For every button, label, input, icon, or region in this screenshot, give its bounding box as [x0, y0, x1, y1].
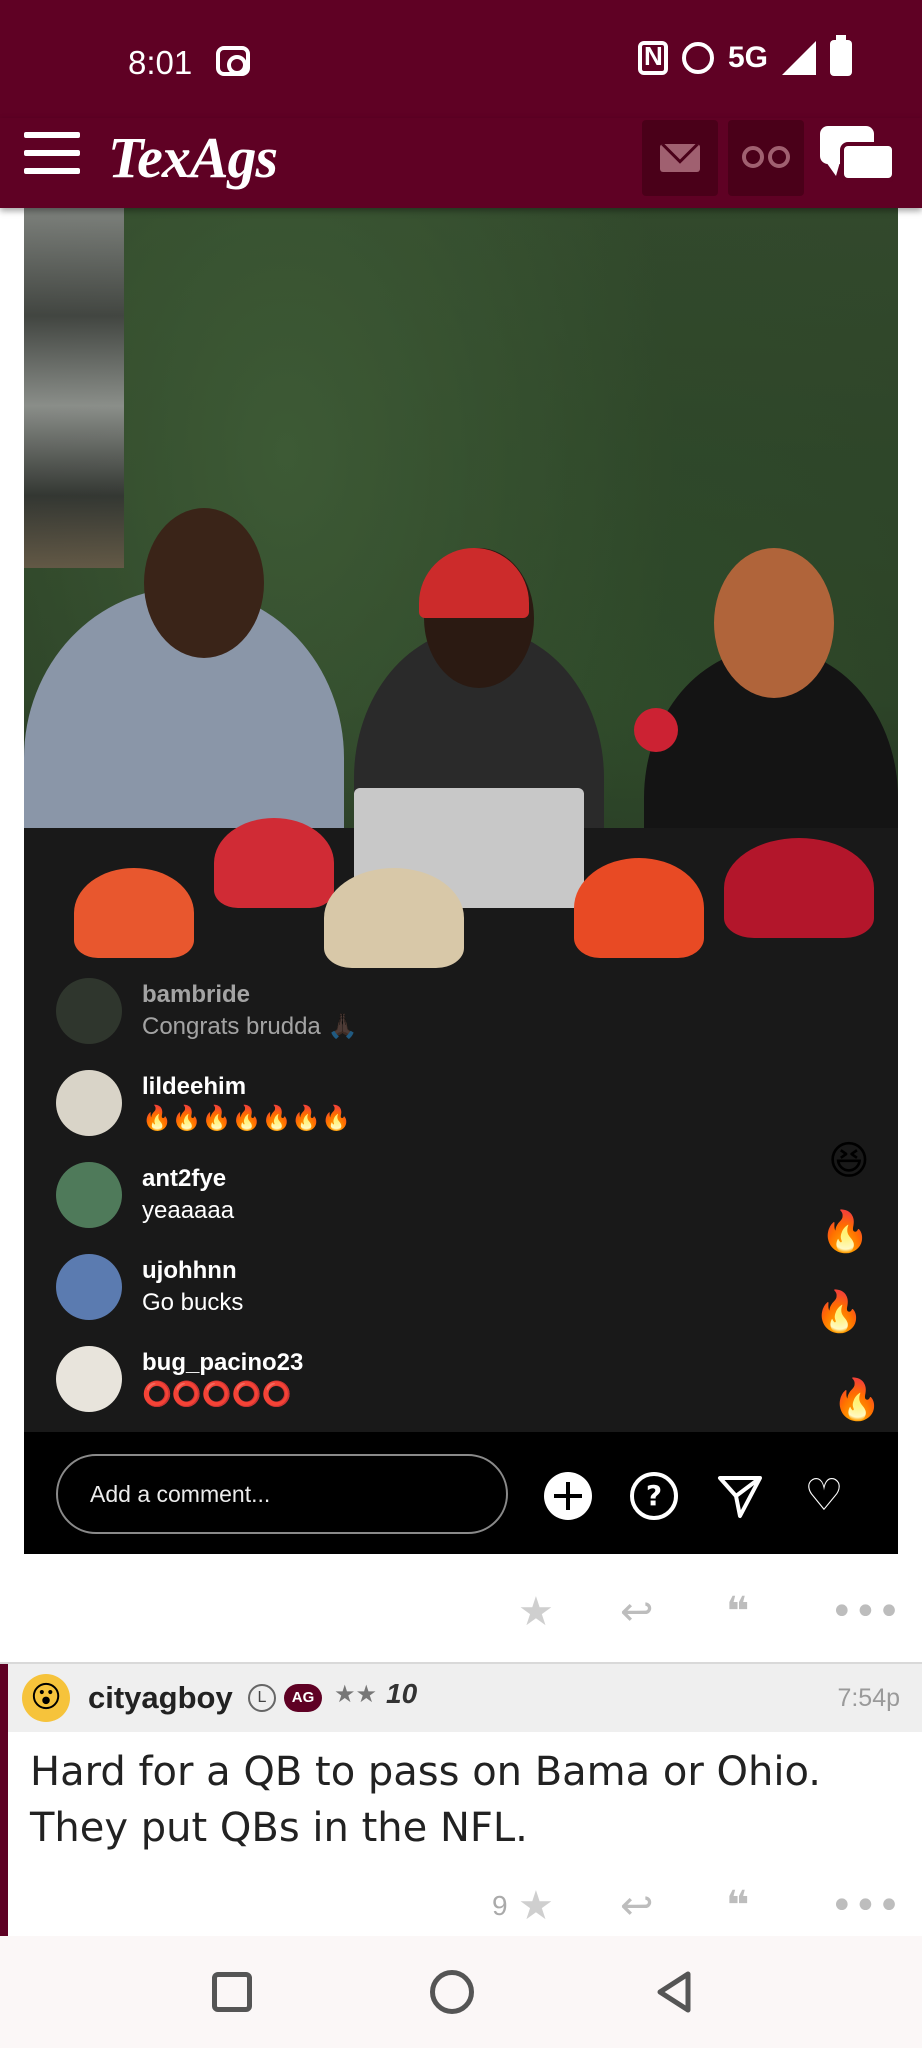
hat-texas-am	[324, 868, 464, 968]
live-video-embed[interactable]: bambride Congrats brudda 🙏🏿 lildeehim 🔥🔥…	[24, 208, 898, 1432]
battery-icon	[830, 35, 852, 76]
badge-l: L	[248, 1684, 276, 1712]
badge-ag: AG	[284, 1684, 322, 1712]
heart-icon[interactable]: ♡	[800, 1472, 848, 1520]
post-time: 7:54p	[837, 1684, 900, 1712]
screen-record-icon	[216, 46, 250, 76]
live-comments: bambride Congrats brudda 🙏🏿 lildeehim 🔥🔥…	[56, 978, 656, 1432]
star-icon[interactable]: ★	[518, 1876, 554, 1936]
status-bar: 8:01 5G	[0, 0, 922, 118]
comment-text: ⭕⭕⭕⭕⭕	[142, 1381, 292, 1408]
home-icon[interactable]	[430, 1970, 474, 2014]
send-icon[interactable]	[716, 1472, 764, 1520]
site-logo[interactable]: TexAgs	[108, 124, 278, 191]
rating-stars: ★★	[334, 1680, 378, 1708]
comment-user: lildeehim	[142, 1073, 247, 1100]
fire-emoji-icon: 🔥	[832, 1377, 882, 1423]
hat-clemson	[74, 868, 194, 958]
live-comment: ant2fye yeaaaaa	[56, 1162, 656, 1228]
comment-text: Congrats brudda 🙏🏿	[142, 1013, 358, 1040]
signal-icon	[782, 41, 816, 75]
reply-icon[interactable]: ↩	[620, 1876, 654, 1936]
avatar	[56, 978, 122, 1044]
question-icon[interactable]: ?	[630, 1472, 678, 1520]
app-header: TexAgs	[0, 118, 922, 208]
post-username[interactable]: cityagboy	[88, 1680, 233, 1716]
post-header: 😮 cityagboy L AG ★★ 10 7:54p	[8, 1664, 922, 1732]
avatar	[56, 1254, 122, 1320]
watchlist-button[interactable]	[728, 120, 804, 196]
hat-alabama	[724, 838, 874, 938]
avatar[interactable]: 😮	[22, 1674, 70, 1722]
more-icon[interactable]: •••	[830, 1582, 901, 1642]
live-comment: bambride Congrats brudda 🙏🏿	[56, 978, 656, 1044]
post-actions: ★ ↩ ❝ •••	[0, 1582, 922, 1642]
reply-icon[interactable]: ↩	[620, 1582, 654, 1642]
more-icon[interactable]: •••	[830, 1876, 901, 1936]
live-comment: bug_pacino23 ⭕⭕⭕⭕⭕	[56, 1346, 656, 1412]
avatar	[56, 1346, 122, 1412]
microphone	[634, 708, 678, 752]
rank-badge: 10	[386, 1678, 418, 1709]
comment-user: ant2fye	[142, 1165, 227, 1192]
avatar	[56, 1070, 122, 1136]
post-body: Hard for a QB to pass on Bama or Ohio. T…	[30, 1749, 821, 1851]
mail-icon	[660, 144, 700, 172]
post-actions: 9 ★ ↩ ❝ •••	[0, 1876, 922, 1936]
hat-miami	[574, 858, 704, 958]
network-type: 5G	[727, 41, 768, 74]
comment-bar: Add a comment... ? ♡	[24, 1432, 898, 1554]
fire-emoji-icon: 🔥	[820, 1209, 870, 1255]
menu-icon[interactable]	[24, 132, 80, 176]
hat-arkansas	[214, 818, 334, 908]
back-icon[interactable]	[652, 1970, 696, 2014]
avatar	[56, 1162, 122, 1228]
recents-icon[interactable]	[212, 1972, 252, 2012]
quote-icon[interactable]: ❝	[726, 1876, 749, 1936]
alarm-icon	[681, 42, 714, 74]
chat-icon[interactable]	[820, 126, 896, 190]
quote-icon[interactable]: ❝	[726, 1582, 749, 1642]
comment-text: yeaaaaa	[142, 1197, 235, 1224]
balloons-background	[24, 208, 124, 568]
nfc-icon	[637, 41, 668, 75]
system-nav-bar	[0, 1936, 922, 2048]
messages-button[interactable]	[642, 120, 718, 196]
status-icons: 5G	[637, 35, 852, 76]
comment-user: bug_pacino23	[142, 1349, 304, 1376]
comment-user: bambride	[142, 981, 251, 1008]
fire-emoji-icon: 🔥	[814, 1289, 864, 1335]
live-comment: lildeehim 🔥🔥🔥🔥🔥🔥🔥	[56, 1070, 656, 1136]
plus-icon[interactable]	[544, 1472, 592, 1520]
laughing-emoji-icon: 😆	[828, 1138, 870, 1184]
star-icon[interactable]: ★	[518, 1582, 554, 1642]
comment-input[interactable]: Add a comment...	[56, 1454, 508, 1534]
comment-text: 🔥🔥🔥🔥🔥🔥🔥	[142, 1105, 352, 1132]
comment-user: ujohhnn	[142, 1257, 237, 1284]
star-count: 9	[492, 1890, 508, 1921]
live-comment: ujohhnn Go bucks	[56, 1254, 656, 1320]
comment-text: Go bucks	[142, 1289, 244, 1316]
status-time: 8:01	[128, 44, 193, 81]
